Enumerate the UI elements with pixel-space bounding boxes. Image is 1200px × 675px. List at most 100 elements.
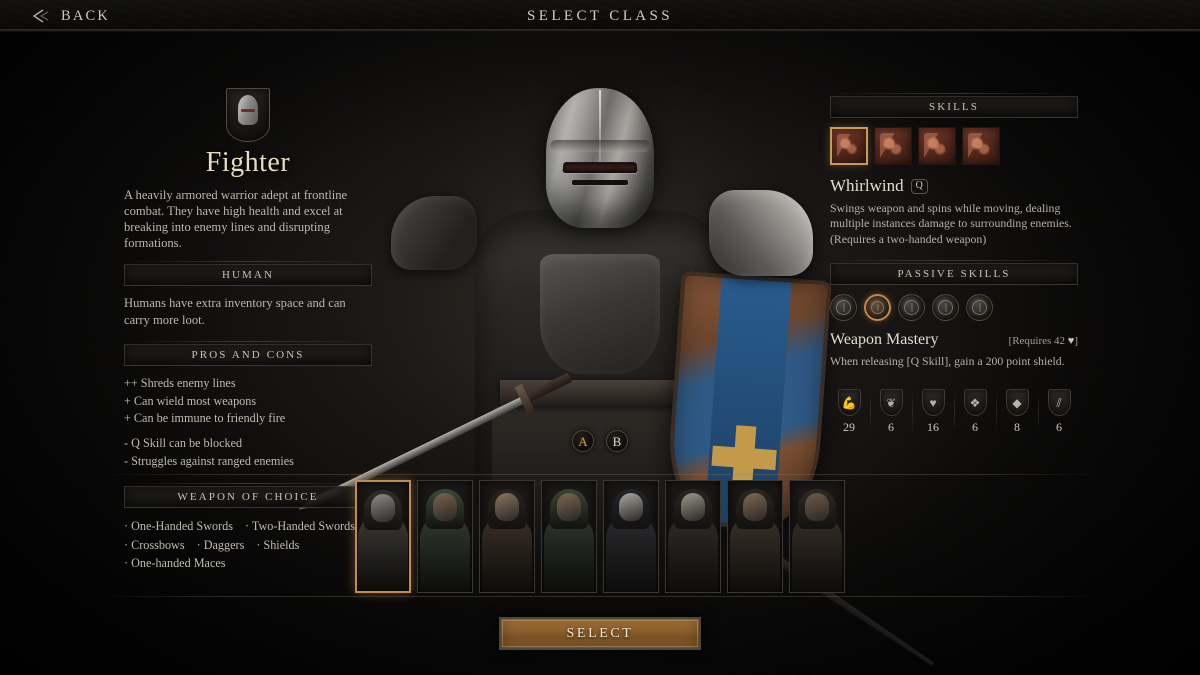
skill-glyph <box>837 134 861 158</box>
armor-stat-value: 8 <box>1014 420 1020 435</box>
selected-passive-description: When releasing [Q Skill], gain a 200 poi… <box>830 353 1065 368</box>
top-bar: BACK SELECT CLASS <box>0 0 1200 32</box>
passive-requirement: [Requires 42 ♥] <box>1009 335 1078 347</box>
pro-item: + Can be immune to friendly fire <box>124 411 286 426</box>
pro-item: ++ Shreds enemy lines <box>124 375 236 390</box>
agility-stat: ❦ 6 <box>870 387 910 435</box>
passives-section-header-label: PASSIVE SKILLS <box>897 267 1011 280</box>
class-portrait-cleric[interactable] <box>417 480 473 593</box>
strength-stat-value: 29 <box>843 420 855 435</box>
passive-glyph <box>972 299 987 315</box>
loadout-marker-b-label: B <box>612 433 622 449</box>
class-emblem-icon <box>226 88 270 142</box>
character-right-pauldron <box>709 190 813 276</box>
select-button[interactable]: SELECT <box>499 617 701 650</box>
page-title-label: SELECT CLASS <box>527 7 673 24</box>
resist-stat-icon: ⫽ <box>1047 389 1071 417</box>
loadout-marker-b[interactable]: B <box>606 430 628 452</box>
portrait-head <box>805 493 829 521</box>
class-select-screen: A B Fighter A heavily armored warrior ad… <box>0 0 1200 675</box>
selected-skill-title: Whirlwind Q <box>830 176 1078 196</box>
select-button-label: SELECT <box>566 625 634 641</box>
skill-glyph <box>880 133 906 159</box>
skills-section-header-label: SKILLS <box>929 101 979 113</box>
charge-skill-icon[interactable] <box>918 127 956 165</box>
passive-glyph <box>836 299 851 315</box>
shield-passive-icon[interactable] <box>830 293 857 321</box>
select-button-wrap: SELECT <box>499 617 701 650</box>
war-cry-skill-icon[interactable] <box>874 127 912 165</box>
vitality-stat: ♥ 16 <box>912 387 952 435</box>
class-portrait-wizard[interactable] <box>603 480 659 593</box>
cleave-skill-icon[interactable] <box>962 127 1000 165</box>
whirlwind-skill-icon[interactable] <box>830 127 868 165</box>
armor-stat: ◆ 8 <box>996 387 1036 435</box>
portrait-head <box>371 494 395 522</box>
class-roster <box>355 480 845 593</box>
race-description: Humans have extra inventory space and ca… <box>124 296 346 327</box>
class-portrait-barbarian[interactable] <box>479 480 535 593</box>
knowledge-stat: ❖ 6 <box>954 387 994 435</box>
passive-requirement-suffix: ] <box>1074 334 1078 347</box>
class-name: Fighter <box>205 147 291 178</box>
portrait-head <box>681 493 705 521</box>
character-helmet <box>546 88 654 228</box>
loadout-marker-a-label: A <box>578 433 588 449</box>
class-portrait-fighter[interactable] <box>355 480 411 593</box>
character-chestplate <box>540 254 660 374</box>
selected-skill-name: Whirlwind <box>830 176 904 195</box>
agility-stat-icon: ❦ <box>879 389 903 417</box>
helmet-breath-slit <box>572 180 628 185</box>
pro-item: + Can wield most weapons <box>124 393 257 408</box>
selected-passive-name: Weapon Mastery <box>830 330 939 348</box>
skill-keybind-badge: Q <box>910 178 928 194</box>
skills-section-header: SKILLS <box>830 93 1078 118</box>
passive-requirement-prefix: [Requires <box>1008 334 1055 347</box>
race-section-header-label: HUMAN <box>221 269 275 282</box>
armor-stat-icon: ◆ <box>1005 389 1029 417</box>
arm-passive-icon[interactable] <box>966 293 993 321</box>
beast-passive-icon[interactable] <box>932 293 959 321</box>
roster-top-divider <box>98 474 1102 475</box>
class-roster-zone <box>0 470 1200 600</box>
con-item: - Q Skill can be blocked <box>124 436 243 451</box>
con-item: - Struggles against ranged enemies <box>124 453 294 468</box>
passive-glyph <box>871 300 884 314</box>
roster-bottom-divider <box>98 596 1102 597</box>
resist-stat-value: 6 <box>1056 420 1062 435</box>
knowledge-stat-value: 6 <box>972 420 978 435</box>
loadout-marker-a[interactable]: A <box>572 430 594 452</box>
skill-icon-row <box>830 127 1078 165</box>
passive-glyph <box>904 299 919 315</box>
agility-stat-value: 6 <box>888 420 894 435</box>
portrait-head <box>619 493 643 521</box>
strength-stat: 💪 29 <box>830 387 868 435</box>
helmet-brow <box>550 140 650 152</box>
emblem-helmet-shape <box>238 95 258 125</box>
skills-panel: SKILLS Whirlwind Q Swings weapon and spi… <box>830 93 1078 435</box>
class-portrait-rogue[interactable] <box>727 480 783 593</box>
selected-passive-title: Weapon Mastery [Requires 42 ♥] <box>830 331 1078 349</box>
stats-row: 💪 29 ❦ 6 ♥ 16 ❖ 6 ◆ 8 ⫽ 6 <box>830 387 1078 435</box>
class-description: A heavily armored warrior adept at front… <box>124 187 348 251</box>
class-portrait-bard[interactable] <box>789 480 845 593</box>
passive-requirement-value: 42 <box>1054 334 1066 347</box>
class-portrait-warlock[interactable] <box>665 480 721 593</box>
portrait-head <box>433 493 457 521</box>
knowledge-stat-icon: ❖ <box>963 389 987 417</box>
character-left-pauldron <box>391 196 477 270</box>
sword-passive-icon[interactable] <box>898 293 925 321</box>
selected-skill-description: Swings weapon and spins while moving, de… <box>830 201 1072 246</box>
resist-stat: ⫽ 6 <box>1038 387 1078 435</box>
pros-cons-spacer <box>124 428 372 435</box>
class-portrait-ranger[interactable] <box>541 480 597 593</box>
passive-glyph <box>938 299 953 315</box>
page-title: SELECT CLASS <box>0 0 1200 32</box>
proscons-section-header: PROS AND CONS <box>124 340 372 366</box>
vitality-stat-icon: ♥ <box>921 389 945 417</box>
proscons-section-header-label: PROS AND CONS <box>191 348 305 361</box>
weapon-mastery-passive-icon[interactable] <box>864 293 891 321</box>
passive-icon-row <box>830 293 1078 321</box>
skill-glyph <box>968 133 994 159</box>
skill-glyph <box>924 133 950 159</box>
